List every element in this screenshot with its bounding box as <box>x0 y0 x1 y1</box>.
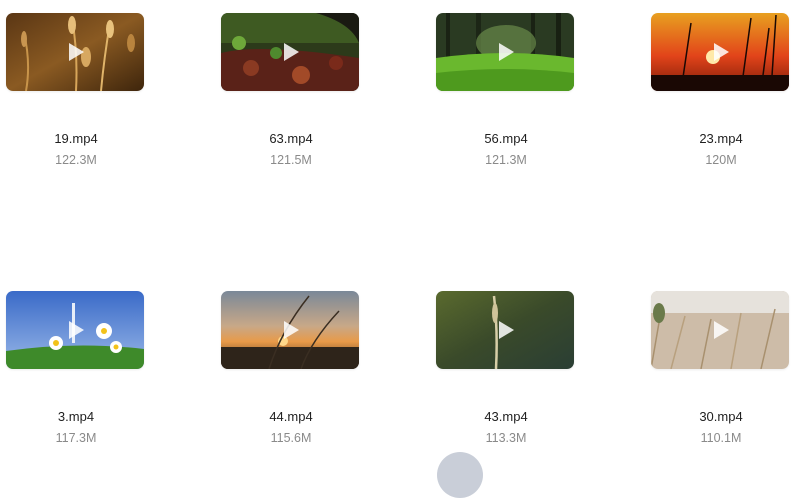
file-name: 3.mp4 <box>57 409 95 424</box>
video-thumbnail[interactable] <box>651 13 789 91</box>
play-overlay[interactable] <box>436 13 574 91</box>
scroll-to-top-button[interactable] <box>437 452 483 498</box>
video-thumbnail[interactable] <box>6 13 144 91</box>
file-size: 122.3M <box>55 153 97 167</box>
play-icon <box>69 43 84 61</box>
play-icon <box>284 43 299 61</box>
file-size: 121.3M <box>485 153 527 167</box>
file-name: 44.mp4 <box>269 409 313 424</box>
play-overlay[interactable] <box>221 13 359 91</box>
video-thumbnail[interactable] <box>436 13 574 91</box>
video-thumbnail[interactable] <box>221 13 359 91</box>
file-name: 43.mp4 <box>484 409 528 424</box>
file-size: 117.3M <box>55 431 97 445</box>
file-name: 23.mp4 <box>699 131 743 146</box>
play-overlay[interactable] <box>6 291 144 369</box>
file-size: 115.6M <box>270 431 312 445</box>
video-thumbnail[interactable] <box>436 291 574 369</box>
play-icon <box>284 321 299 339</box>
file-name: 30.mp4 <box>699 409 743 424</box>
play-overlay[interactable] <box>651 291 789 369</box>
file-size: 120M <box>705 153 737 167</box>
file-name: 19.mp4 <box>54 131 98 146</box>
play-icon <box>69 321 84 339</box>
play-overlay[interactable] <box>221 291 359 369</box>
file-size: 121.5M <box>270 153 312 167</box>
play-icon <box>714 321 729 339</box>
play-overlay[interactable] <box>651 13 789 91</box>
file-size: 110.1M <box>700 431 742 445</box>
video-thumbnail[interactable] <box>651 291 789 369</box>
play-icon <box>499 43 514 61</box>
file-size: 113.3M <box>485 431 527 445</box>
play-icon <box>714 43 729 61</box>
video-thumbnail[interactable] <box>6 291 144 369</box>
video-thumbnail[interactable] <box>221 291 359 369</box>
video-grid: 19.mp4 122.3M 63.mp4 121.5M 56.mp4 121.3… <box>0 0 800 458</box>
play-icon <box>499 321 514 339</box>
play-overlay[interactable] <box>436 291 574 369</box>
file-name: 63.mp4 <box>269 131 313 146</box>
file-name: 56.mp4 <box>484 131 528 146</box>
play-overlay[interactable] <box>6 13 144 91</box>
